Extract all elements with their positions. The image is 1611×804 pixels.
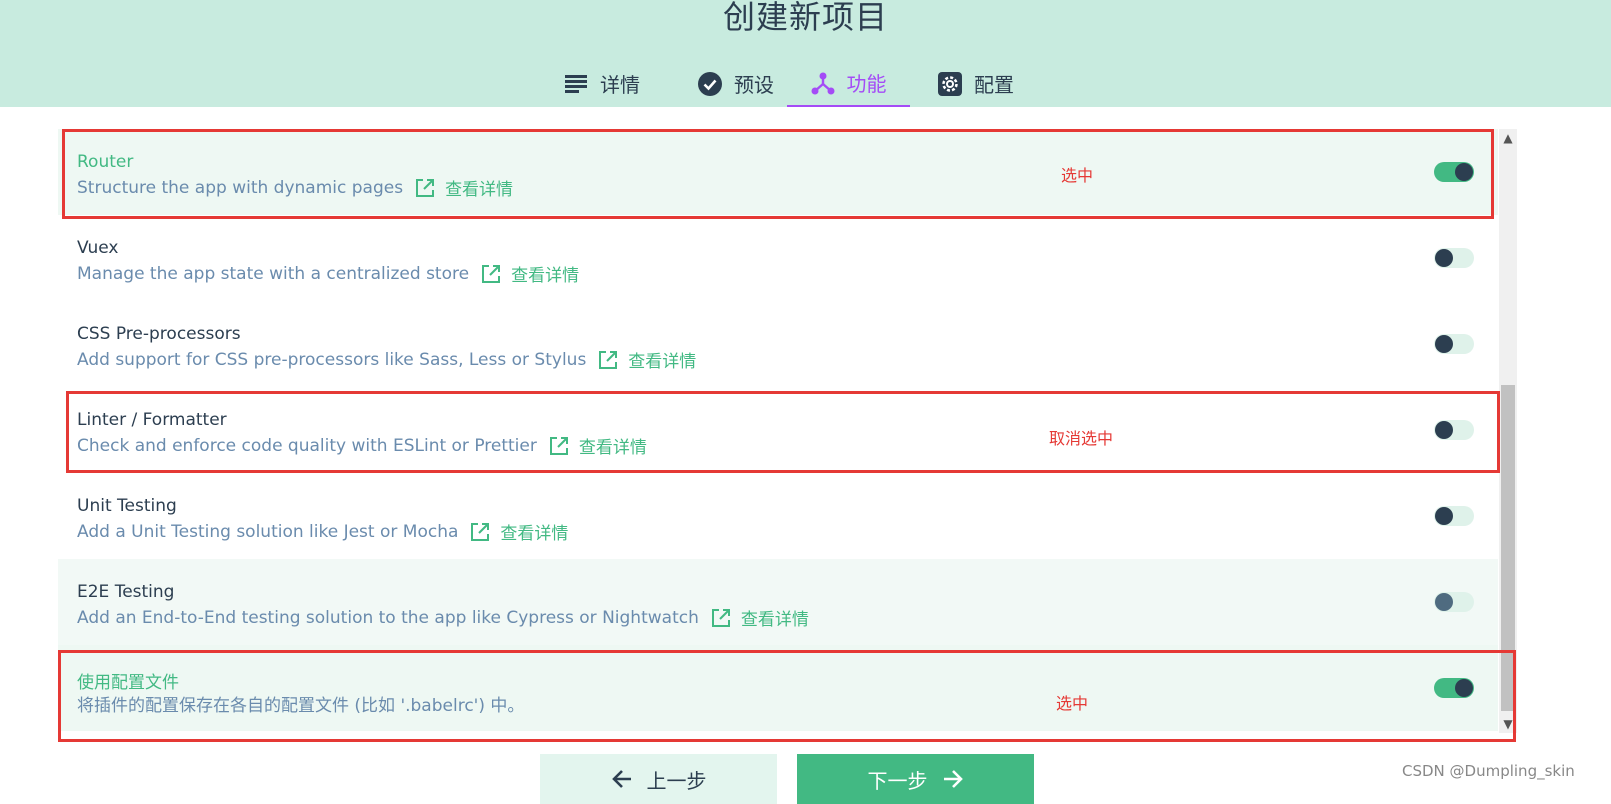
gear-icon (938, 71, 962, 96)
toggle-knob (1435, 507, 1453, 525)
page-title: 创建新项目 (722, 0, 888, 36)
feature-item-unit-testing[interactable]: Unit Testing Add a Unit Testing solution… (58, 473, 1498, 559)
feature-name: E2E Testing (77, 582, 175, 602)
feature-item-e2e-testing[interactable]: E2E Testing Add an End-to-End testing so… (58, 559, 1498, 645)
feature-toggle[interactable] (1434, 248, 1474, 268)
tab-details[interactable]: 详情 (552, 60, 652, 107)
tab-bar: 详情 预设 功能 配置 (0, 60, 1611, 107)
feature-item-css-preprocessors[interactable]: CSS Pre-processors Add support for CSS p… (58, 301, 1498, 387)
scroll-up-arrow-icon[interactable]: ▲ (1499, 129, 1517, 147)
annotation-box-linter (66, 391, 1500, 473)
arrow-left-icon (611, 768, 633, 790)
toggle-knob (1435, 249, 1453, 267)
next-button[interactable]: 下一步 (797, 754, 1034, 804)
toggle-knob (1435, 593, 1453, 611)
watermark: CSDN @Dumpling_skin (1402, 762, 1575, 780)
annotation-label-router: 选中 (1061, 166, 1094, 185)
tab-details-label: 详情 (600, 73, 640, 97)
feature-description: Add support for CSS pre-processors like … (77, 347, 696, 373)
feature-description: Add a Unit Testing solution like Jest or… (77, 519, 568, 545)
list-icon (564, 72, 588, 96)
arrow-right-icon (942, 768, 964, 790)
feature-name: Unit Testing (77, 496, 177, 516)
feature-toggle[interactable] (1434, 592, 1474, 612)
feature-toggle[interactable] (1434, 334, 1474, 354)
header: 创建新项目 详情 预设 功能 配置 (0, 0, 1611, 107)
feature-description-text: Add support for CSS pre-processors like … (77, 349, 587, 370)
feature-description-text: Manage the app state with a centralized … (77, 263, 470, 284)
external-link-icon[interactable] (470, 522, 490, 542)
more-info-link[interactable]: 查看详情 (628, 347, 696, 372)
feature-name: CSS Pre-processors (77, 324, 241, 344)
annotation-label-linter: 取消选中 (1049, 429, 1114, 448)
tab-config[interactable]: 配置 (926, 60, 1026, 107)
tab-features-label: 功能 (846, 72, 887, 96)
check-circle-icon (698, 71, 722, 96)
toggle-knob (1435, 335, 1453, 353)
tab-config-label: 配置 (974, 73, 1014, 97)
more-info-link[interactable]: 查看详情 (500, 519, 568, 544)
external-link-icon[interactable] (481, 264, 501, 284)
previous-button-label: 上一步 (646, 768, 707, 793)
branch-icon (811, 71, 835, 95)
annotation-label-config-files: 选中 (1056, 694, 1089, 713)
feature-toggle[interactable] (1434, 506, 1474, 526)
feature-description: Manage the app state with a centralized … (77, 261, 579, 287)
more-info-link[interactable]: 查看详情 (741, 605, 809, 630)
feature-description-text: Add an End-to-End testing solution to th… (77, 607, 699, 628)
tab-presets-label: 预设 (734, 73, 774, 97)
feature-item-vuex[interactable]: Vuex Manage the app state with a central… (58, 215, 1498, 301)
next-button-label: 下一步 (867, 768, 928, 793)
more-info-link[interactable]: 查看详情 (511, 261, 579, 286)
feature-description-text: Add a Unit Testing solution like Jest or… (77, 521, 459, 542)
external-link-icon[interactable] (598, 350, 618, 370)
annotation-box-router (62, 129, 1494, 219)
tab-features[interactable]: 功能 (787, 60, 910, 107)
previous-button[interactable]: 上一步 (540, 754, 777, 804)
tab-presets[interactable]: 预设 (684, 60, 788, 107)
external-link-icon[interactable] (711, 608, 731, 628)
list-scrollbar[interactable]: ▲ ▼ (1499, 129, 1517, 733)
annotation-box-config-files (58, 650, 1516, 742)
feature-description: Add an End-to-End testing solution to th… (77, 605, 809, 631)
feature-name: Vuex (77, 238, 119, 258)
